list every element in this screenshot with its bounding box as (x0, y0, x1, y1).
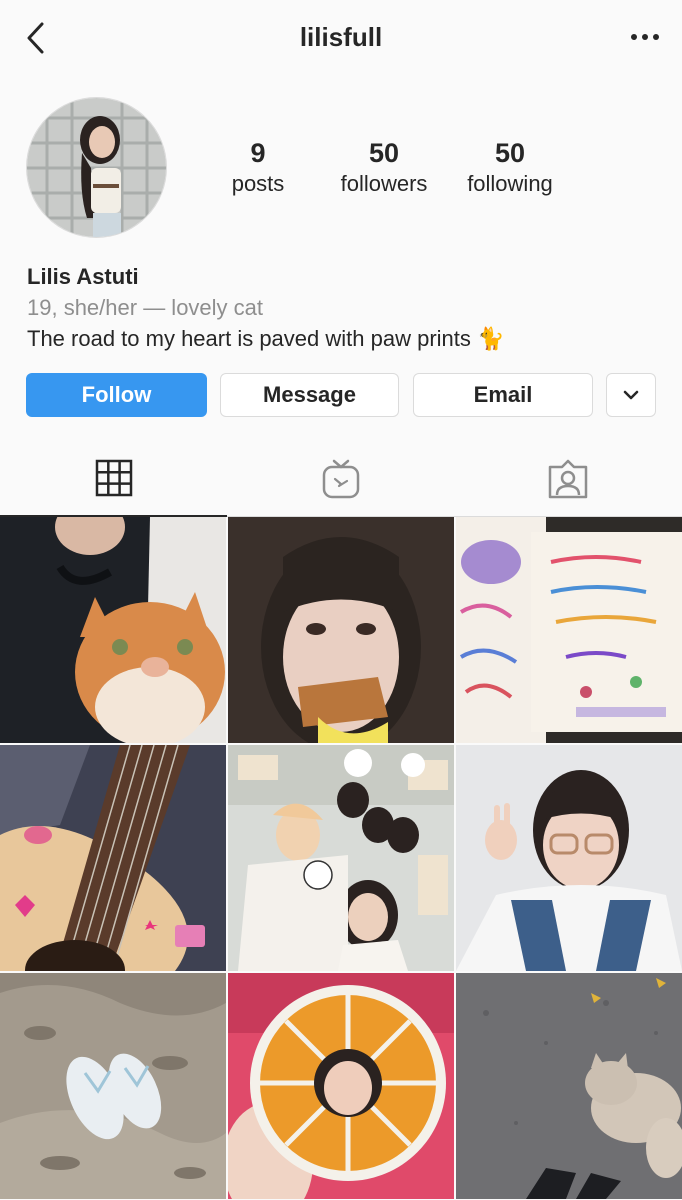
photo-girl-with-glasses-peace-sign (456, 745, 682, 971)
photo-flip-flops-on-sand (0, 973, 226, 1199)
post-thumbnail[interactable] (456, 745, 682, 971)
igtv-icon (322, 459, 359, 498)
profile-actions: Follow Message Email (0, 373, 682, 417)
stat-following[interactable]: 50 following (445, 138, 575, 200)
post-thumbnail[interactable] (456, 517, 682, 743)
following-label: following (467, 171, 553, 196)
profile-stats: 9 posts 50 followers 50 following (0, 138, 682, 208)
email-button[interactable]: Email (413, 373, 593, 417)
posts-count: 9 (250, 138, 266, 168)
profile-tabs (0, 440, 682, 517)
stat-posts[interactable]: 9 posts (193, 138, 323, 200)
tagged-icon (548, 459, 587, 498)
message-button[interactable]: Message (220, 373, 399, 417)
profile-bio: Lilis Astuti 19, she/her — lovely cat Th… (27, 262, 667, 354)
more-horizontal-icon (631, 34, 659, 40)
more-options-button[interactable] (630, 26, 660, 48)
followers-count: 50 (368, 138, 400, 168)
post-thumbnail[interactable] (228, 973, 454, 1199)
follow-button[interactable]: Follow (26, 373, 207, 417)
post-thumbnail[interactable] (0, 517, 226, 743)
display-name: Lilis Astuti (27, 264, 139, 289)
photo-person-with-orange-cat (0, 517, 226, 743)
followers-label: followers (340, 171, 428, 196)
photo-cat-on-pavement (456, 973, 682, 1199)
following-count: 50 (494, 138, 526, 168)
photo-selfie-eating-pastry (228, 517, 454, 743)
tab-igtv[interactable] (227, 440, 454, 517)
photo-acoustic-guitar-with-stickers (0, 745, 226, 971)
photo-dried-orange-slice-face (228, 973, 454, 1199)
profile-username: lilisfull (299, 22, 383, 52)
photo-group-selfie-in-store (228, 745, 454, 971)
post-thumbnail[interactable] (456, 973, 682, 1199)
photo-handwritten-notebook (456, 517, 682, 743)
bio-subtitle: 19, she/her — lovely cat (27, 295, 264, 320)
chevron-down-icon (623, 390, 639, 400)
posts-grid (0, 517, 682, 1200)
top-bar: lilisfull (0, 0, 682, 76)
stat-followers[interactable]: 50 followers (319, 138, 449, 200)
bio-description: The road to my heart is paved with paw p… (27, 326, 505, 351)
post-thumbnail[interactable] (0, 745, 226, 971)
post-thumbnail[interactable] (228, 517, 454, 743)
grid-icon (95, 459, 132, 496)
post-thumbnail[interactable] (228, 745, 454, 971)
post-thumbnail[interactable] (0, 973, 226, 1199)
suggestions-dropdown-button[interactable] (606, 373, 656, 417)
tab-tagged[interactable] (454, 440, 681, 517)
posts-label: posts (231, 171, 285, 196)
tab-posts-grid[interactable] (0, 440, 227, 517)
